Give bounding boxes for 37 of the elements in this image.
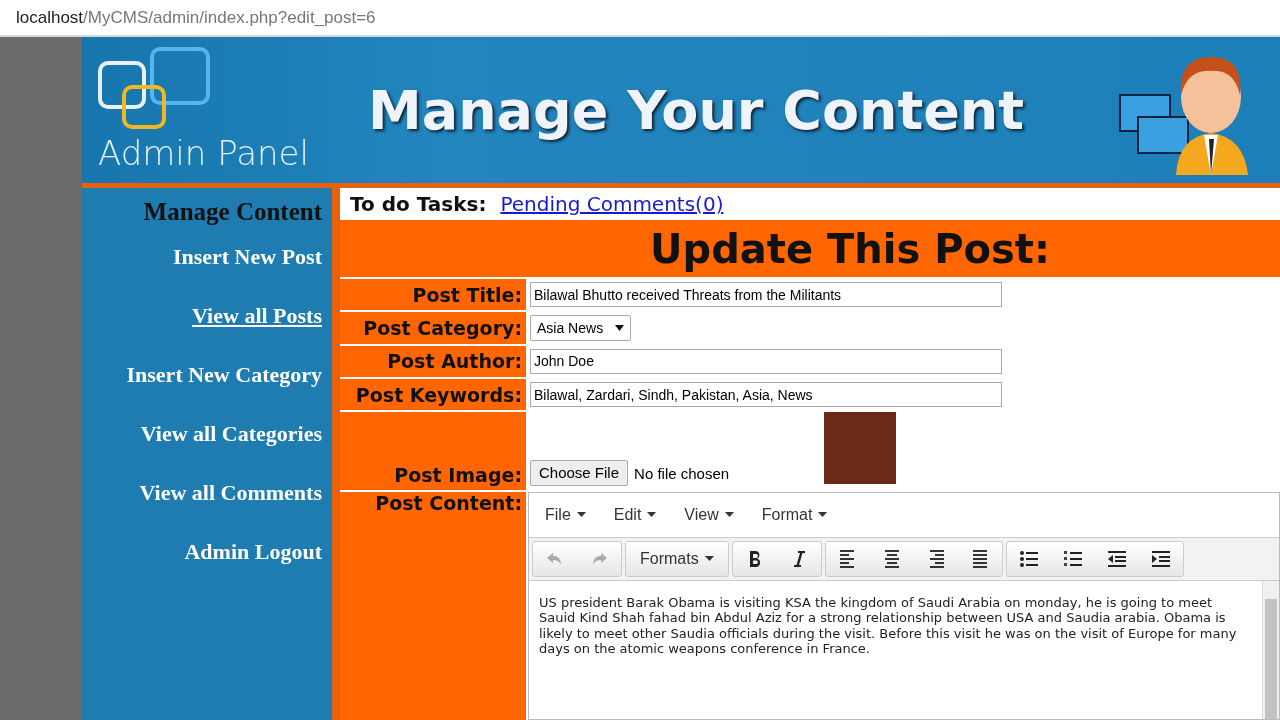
choose-file-button[interactable]: Choose File — [530, 460, 629, 486]
form-heading: Update This Post: — [340, 220, 1280, 278]
field-label: Post Image: — [340, 412, 526, 490]
sidebar-heading: Manage Content — [143, 198, 322, 226]
scrollbar[interactable] — [1262, 581, 1279, 719]
caret-icon — [615, 325, 625, 332]
text-field[interactable]: John Doe — [530, 348, 1002, 374]
editor-menu[interactable]: Edit — [613, 506, 657, 524]
todo-label: To do Tasks: — [350, 192, 487, 217]
editor-menu[interactable]: Format — [761, 506, 828, 524]
caret-icon — [818, 512, 828, 518]
sidebar-link[interactable]: Admin Logout — [184, 539, 322, 565]
text-field[interactable]: Bilawal Bhutto received Threats from the Militants — [530, 282, 1002, 308]
caret-icon — [576, 512, 586, 518]
sidebar-link[interactable]: Insert New Category — [126, 362, 322, 388]
sidebar-link[interactable]: View all Comments — [139, 480, 322, 506]
pending-comments-link[interactable]: Pending Comments(0) — [500, 192, 724, 217]
field-label: Post Keywords: — [340, 378, 526, 411]
editor-menu[interactable]: View — [684, 506, 734, 524]
caret-icon — [647, 512, 657, 518]
category-dropdown[interactable]: Asia News — [530, 315, 632, 342]
file-status: No file chosen — [634, 465, 730, 484]
header-title: Manage Your Content — [368, 78, 1025, 142]
caret-icon — [704, 556, 714, 562]
field-label: Post Title: — [340, 279, 526, 311]
sidebar-link[interactable]: View all Categories — [140, 421, 322, 447]
field-label: Post Category: — [340, 312, 526, 344]
formats-dropdown[interactable]: Formats — [626, 542, 728, 576]
field-label: Post Author: — [340, 345, 526, 377]
text-field[interactable]: Bilawal, Zardari, Sindh, Pakistan, Asia, News — [530, 382, 1002, 408]
field-label: Post Content: — [340, 492, 526, 720]
editor-menu[interactable]: File — [545, 506, 586, 524]
post-content-text[interactable]: US president Barak Obama is visiting KSA the kingdom of Saudi Arabia on monday, he is going to meet Sauid Kind Shah fahad bin Abdul Aziz for a strong relationship between USA and Saudia arabia. Obama is likely to meet other Saudia officials during the visit. Before this visit he was on the visit of Europe for many days on the atomic weapons conference in France. — [529, 581, 1262, 719]
caret-icon — [724, 512, 734, 518]
sidebar-link[interactable]: Insert New Post — [172, 244, 322, 270]
sidebar-link[interactable]: View all Posts — [192, 303, 322, 329]
logo-text: Admin Panel — [98, 133, 310, 173]
